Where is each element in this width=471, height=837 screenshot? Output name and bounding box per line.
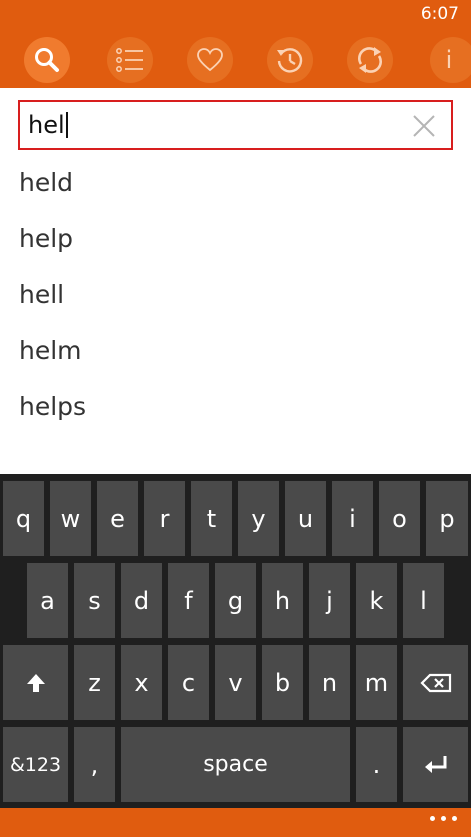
backspace-key[interactable] xyxy=(403,645,468,720)
key-m[interactable]: m xyxy=(356,645,397,720)
key-h[interactable]: h xyxy=(262,563,303,638)
search-icon xyxy=(35,48,59,72)
key-v[interactable]: v xyxy=(215,645,256,720)
toolbar: i xyxy=(0,30,471,88)
on-screen-keyboard: q w e r t y u i o p a s d f g h j k l z … xyxy=(0,474,471,808)
key-r[interactable]: r xyxy=(144,481,185,556)
refresh-button[interactable] xyxy=(347,37,393,83)
key-x[interactable]: x xyxy=(121,645,162,720)
search-input[interactable]: hel xyxy=(18,100,453,150)
key-b[interactable]: b xyxy=(262,645,303,720)
symbols-key[interactable]: &123 xyxy=(3,727,68,802)
key-g[interactable]: g xyxy=(215,563,256,638)
info-button[interactable]: i xyxy=(430,37,471,83)
history-icon xyxy=(277,48,303,73)
key-a[interactable]: a xyxy=(27,563,68,638)
key-o[interactable]: o xyxy=(379,481,420,556)
key-k[interactable]: k xyxy=(356,563,397,638)
suggestion-item[interactable]: help xyxy=(19,218,449,274)
heart-icon xyxy=(197,48,223,72)
more-options-icon[interactable] xyxy=(430,816,457,821)
period-key[interactable]: . xyxy=(356,727,397,802)
key-d[interactable]: d xyxy=(121,563,162,638)
key-t[interactable]: t xyxy=(191,481,232,556)
history-button[interactable] xyxy=(267,37,313,83)
app-bar xyxy=(0,808,471,837)
key-w[interactable]: w xyxy=(50,481,91,556)
key-q[interactable]: q xyxy=(3,481,44,556)
status-bar: 6:07 xyxy=(0,0,471,30)
key-l[interactable]: l xyxy=(403,563,444,638)
info-icon: i xyxy=(445,46,453,74)
key-f[interactable]: f xyxy=(168,563,209,638)
suggestion-item[interactable]: held xyxy=(19,162,449,218)
text-caret xyxy=(65,112,68,138)
key-z[interactable]: z xyxy=(74,645,115,720)
space-key[interactable]: space xyxy=(121,727,350,802)
enter-key[interactable] xyxy=(403,727,468,802)
key-e[interactable]: e xyxy=(97,481,138,556)
key-y[interactable]: y xyxy=(238,481,279,556)
clock: 6:07 xyxy=(420,4,459,24)
key-p[interactable]: p xyxy=(426,481,468,556)
comma-key[interactable]: , xyxy=(74,727,115,802)
suggestion-item[interactable]: helm xyxy=(19,330,449,386)
clear-icon[interactable] xyxy=(411,113,437,139)
favorites-button[interactable] xyxy=(187,37,233,83)
key-c[interactable]: c xyxy=(168,645,209,720)
shift-arrow-icon xyxy=(26,673,45,692)
key-j[interactable]: j xyxy=(309,563,350,638)
refresh-icon xyxy=(358,47,382,73)
key-i[interactable]: i xyxy=(332,481,373,556)
key-u[interactable]: u xyxy=(285,481,326,556)
suggestion-list: held help hell helm helps xyxy=(19,162,449,442)
shift-key[interactable] xyxy=(3,645,68,720)
key-s[interactable]: s xyxy=(74,563,115,638)
key-n[interactable]: n xyxy=(309,645,350,720)
list-button[interactable] xyxy=(107,37,153,83)
backspace-icon xyxy=(419,673,451,692)
suggestion-item[interactable]: hell xyxy=(19,274,449,330)
list-icon xyxy=(116,48,143,72)
search-button[interactable] xyxy=(24,37,70,83)
enter-icon xyxy=(424,755,446,773)
suggestion-item[interactable]: helps xyxy=(19,386,449,442)
search-input-value: hel xyxy=(28,111,65,139)
